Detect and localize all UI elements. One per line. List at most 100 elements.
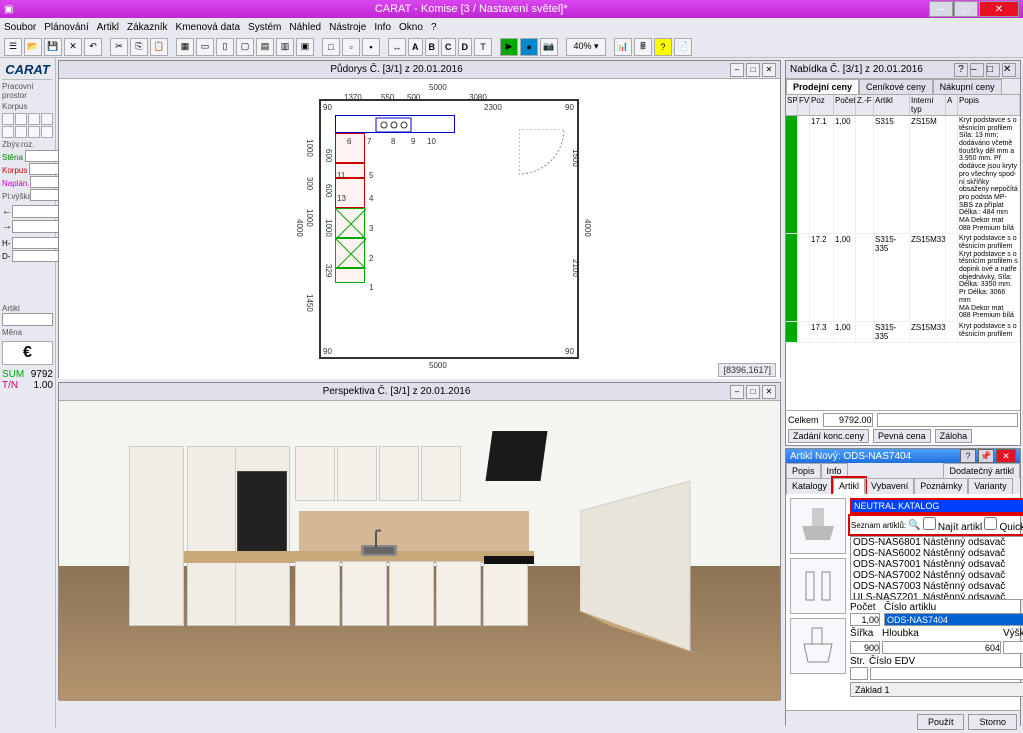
- tool-zoom-dropdown[interactable]: 40% ▾: [566, 38, 606, 56]
- menu-kmenova[interactable]: Kmenová data: [176, 22, 241, 33]
- tool-grid-icon[interactable]: ▦: [176, 38, 194, 56]
- offer-grid[interactable]: SP FV Poz Počet Z.-F Artikl Interní typ …: [786, 95, 1020, 410]
- btn-zaloha[interactable]: Záloha: [935, 429, 973, 443]
- neutral-katalog-bar[interactable]: NEUTRAL KATALOG: [850, 498, 1023, 514]
- pane-max-button[interactable]: □: [986, 63, 1000, 77]
- tool-cam-icon[interactable]: 📷: [540, 38, 558, 56]
- tool-dim-icon[interactable]: ↔: [388, 38, 406, 56]
- list-item[interactable]: ULS-NAS7201Nástěnný odsavač: [851, 592, 1023, 600]
- upper-cabinet[interactable]: [337, 446, 377, 501]
- tool-view3-icon[interactable]: ▢: [236, 38, 254, 56]
- dir-cell[interactable]: [41, 126, 53, 138]
- pane-close-button[interactable]: ✕: [762, 63, 776, 77]
- tall-cabinet[interactable]: [129, 446, 184, 626]
- base-cabinet[interactable]: [436, 561, 481, 626]
- tool-undo-icon[interactable]: ↶: [84, 38, 102, 56]
- tool-box3-icon[interactable]: ▪: [362, 38, 380, 56]
- subtab-poznamky[interactable]: Poznámky: [914, 478, 968, 494]
- list-item[interactable]: ODS-NAS7003Nástěnný odsavač: [851, 581, 1023, 592]
- zaklad-select[interactable]: Základ 1: [850, 682, 1023, 697]
- offer-row[interactable]: 17.31,00S315-335ZS15M335Kryt podstavce s…: [786, 322, 1020, 343]
- menu-planovani[interactable]: Plánování: [44, 22, 88, 33]
- fp-cabinet[interactable]: [335, 238, 365, 268]
- celkem-value[interactable]: [823, 413, 873, 427]
- celkem-extra[interactable]: [877, 413, 1018, 427]
- pane-close-button[interactable]: ✕: [1002, 63, 1016, 77]
- pane-min-button[interactable]: –: [730, 63, 744, 77]
- artikl-list[interactable]: ODS-NAS6801Nástěnný odsavačODS-NAS6002Ná…: [850, 536, 1023, 600]
- tool-cancel-icon[interactable]: ✕: [64, 38, 82, 56]
- list-item[interactable]: ODS-NAS7002Nástěnný odsavač: [851, 570, 1023, 581]
- tall-cabinet[interactable]: [187, 446, 242, 626]
- tool-open-icon[interactable]: 📂: [24, 38, 42, 56]
- col-a[interactable]: A: [946, 95, 958, 115]
- offer-row[interactable]: 17.21,00S315-335ZS15M335Kryt podstavce s…: [786, 234, 1020, 322]
- tool-doc-icon[interactable]: 📄: [674, 38, 692, 56]
- str-input[interactable]: [850, 667, 868, 680]
- menu-info[interactable]: Info: [374, 22, 391, 33]
- btn-zadani[interactable]: Zadání konc.ceny: [788, 429, 869, 443]
- tab-nakupni[interactable]: Nákupní ceny: [933, 79, 1002, 94]
- vyska-input[interactable]: [1003, 641, 1023, 654]
- right-arrow-icon[interactable]: →: [2, 221, 10, 232]
- dir-cell[interactable]: [41, 113, 53, 125]
- menu-nahled[interactable]: Náhled: [289, 22, 321, 33]
- tool-view1-icon[interactable]: ▭: [196, 38, 214, 56]
- tool-letter-a[interactable]: A: [408, 38, 423, 56]
- tool-new-icon[interactable]: ☰: [4, 38, 22, 56]
- subtab-katalogy[interactable]: Katalogy: [786, 478, 833, 494]
- subtab-artikl[interactable]: Artikl: [833, 478, 865, 494]
- najit-checkbox[interactable]: [923, 517, 936, 530]
- menu-nastroje[interactable]: Nástroje: [329, 22, 366, 33]
- col-poz[interactable]: Poz: [810, 95, 834, 115]
- left-arrow-icon[interactable]: ←: [2, 206, 10, 217]
- dir-cell[interactable]: [15, 113, 27, 125]
- tool-box2-icon[interactable]: ▫: [342, 38, 360, 56]
- quick-checkbox[interactable]: [984, 517, 997, 530]
- tool-save-icon[interactable]: 💾: [44, 38, 62, 56]
- list-item[interactable]: ODS-NAS6002Nástěnný odsavač: [851, 548, 1023, 559]
- minimize-button[interactable]: –: [929, 1, 953, 17]
- tool-calc-icon[interactable]: 🖩: [634, 38, 652, 56]
- fp-cabinet[interactable]: [335, 268, 365, 283]
- dir-cell[interactable]: [2, 113, 14, 125]
- dir-cell[interactable]: [28, 126, 40, 138]
- dir-cell[interactable]: [28, 113, 40, 125]
- menu-okno[interactable]: Okno: [399, 22, 423, 33]
- dir-cell[interactable]: [2, 126, 14, 138]
- tool-view4-icon[interactable]: ▤: [256, 38, 274, 56]
- btn-pevna[interactable]: Pevná cena: [873, 429, 931, 443]
- filter-icon[interactable]: 🔍: [908, 520, 920, 531]
- upper-cabinet[interactable]: [421, 446, 461, 501]
- pane-min-button[interactable]: –: [730, 385, 744, 399]
- tool-paste-icon[interactable]: 📋: [150, 38, 168, 56]
- subtab-varianty[interactable]: Varianty: [968, 478, 1012, 494]
- offer-help-button[interactable]: ?: [954, 63, 968, 77]
- tool-blue-icon[interactable]: ●: [520, 38, 538, 56]
- col-fv[interactable]: FV: [798, 95, 810, 115]
- upper-cabinet[interactable]: [379, 446, 419, 501]
- tool-letter-d[interactable]: D: [458, 38, 473, 56]
- cislo-input[interactable]: [884, 613, 1023, 626]
- col-pocet[interactable]: Počet: [834, 95, 856, 115]
- pocet-input[interactable]: [850, 613, 880, 626]
- menu-help[interactable]: ?: [431, 22, 437, 33]
- tab-cenikove[interactable]: Ceníkové ceny: [859, 79, 933, 94]
- col-sp[interactable]: SP: [786, 95, 798, 115]
- close-button[interactable]: ✕: [979, 1, 1019, 17]
- tool-view6-icon[interactable]: ▣: [296, 38, 314, 56]
- col-artikl[interactable]: Artikl: [874, 95, 910, 115]
- base-cabinet[interactable]: [342, 561, 387, 626]
- tool-view2-icon[interactable]: ▯: [216, 38, 234, 56]
- tool-chart-icon[interactable]: 📊: [614, 38, 632, 56]
- tool-cut-icon[interactable]: ✂: [110, 38, 128, 56]
- tab-prodejni[interactable]: Prodejní ceny: [786, 79, 859, 94]
- range-hood[interactable]: [485, 431, 547, 481]
- edv-input[interactable]: [870, 667, 1023, 680]
- tool-view5-icon[interactable]: ▥: [276, 38, 294, 56]
- dialog-help-button[interactable]: ?: [960, 449, 976, 463]
- menu-system[interactable]: Systém: [248, 22, 281, 33]
- oven[interactable]: [237, 471, 287, 561]
- list-item[interactable]: ODS-NAS7001Nástěnný odsavač: [851, 559, 1023, 570]
- pane-max-button[interactable]: □: [746, 385, 760, 399]
